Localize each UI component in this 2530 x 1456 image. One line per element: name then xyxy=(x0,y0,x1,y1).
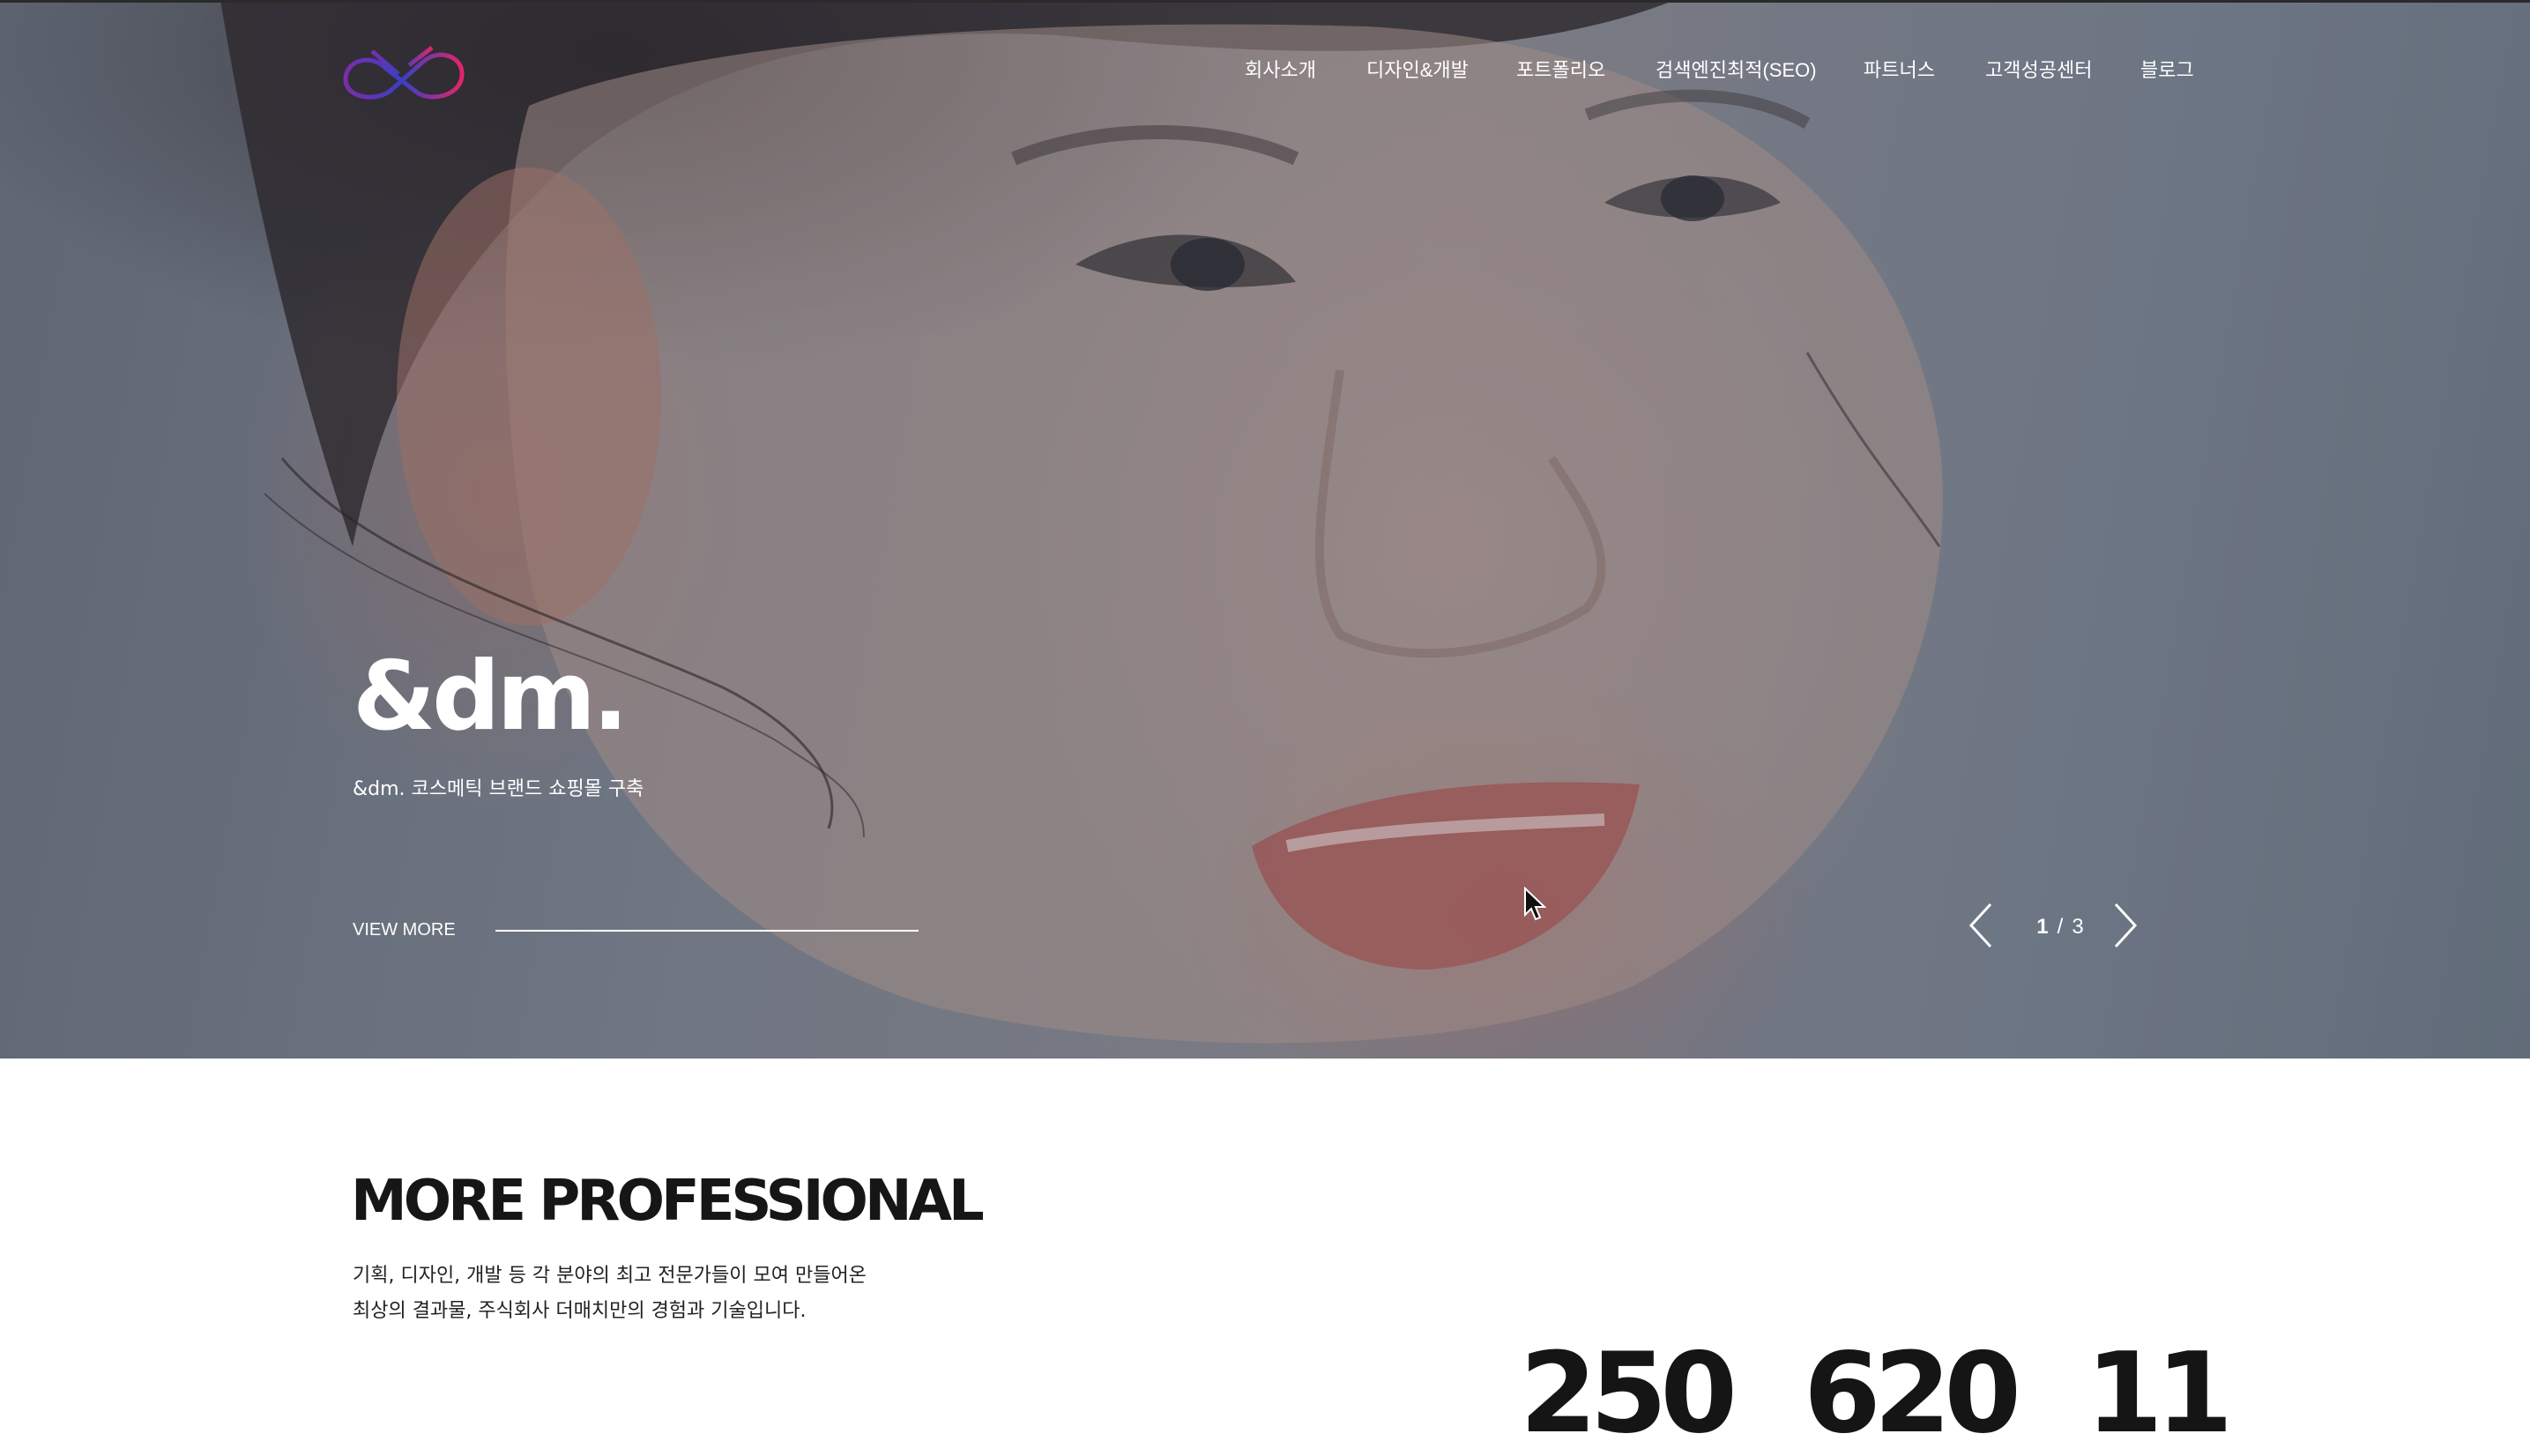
hero-banner xyxy=(0,0,2530,1059)
view-more-line xyxy=(495,930,919,932)
hero-subtitle: &dm. 코스메틱 브랜드 쇼핑몰 구축 xyxy=(353,778,644,800)
nav-item-portfolio[interactable]: 포트폴리오 xyxy=(1516,55,1605,86)
nav-item-blog[interactable]: 블로그 xyxy=(2140,55,2194,86)
nav-item-partners[interactable]: 파트너스 xyxy=(1864,55,1935,86)
mouse-cursor-icon xyxy=(1524,887,1546,921)
nav-item-customer-center[interactable]: 고객성공센터 xyxy=(1985,55,2092,86)
stat-value: 250 xyxy=(1520,1328,1738,1456)
slide-pager: 1 / 3 xyxy=(2019,911,2102,943)
slide-current: 1 xyxy=(2036,915,2049,939)
slide-total: 3 xyxy=(2072,915,2084,939)
section-desc-line-1: 기획, 디자인, 개발 등 각 분야의 최고 전문가들이 모여 만들어온 xyxy=(353,1265,867,1287)
section-desc-line-2: 최상의 결과물, 주식회사 더매치만의 경험과 기술입니다. xyxy=(353,1300,807,1322)
slide-separator: / xyxy=(2057,915,2064,939)
view-more-link[interactable]: VIEW MORE xyxy=(353,917,456,943)
nav-item-design-dev[interactable]: 디자인&개발 xyxy=(1366,55,1469,86)
hero-title: &dm. xyxy=(353,642,629,752)
stat-value: 11 xyxy=(2086,1328,2233,1456)
section-description: 기획, 디자인, 개발 등 각 분야의 최고 전문가들이 모여 만들어온 최상의… xyxy=(353,1259,867,1329)
hero-overlay xyxy=(0,0,2530,1059)
nav-item-seo[interactable]: 검색엔진최적(SEO) xyxy=(1656,55,1817,86)
chevron-left-icon[interactable] xyxy=(1966,901,1998,950)
chevron-right-icon[interactable] xyxy=(2109,901,2140,950)
stat-value: 620 xyxy=(1804,1328,2021,1456)
main-nav: 회사소개 디자인&개발 포트폴리오 검색엔진최적(SEO) 파트너스 고객성공센… xyxy=(0,55,2530,86)
section-title: MORE PROFESSIONAL xyxy=(351,1169,985,1234)
top-border xyxy=(0,0,2530,3)
nav-item-company[interactable]: 회사소개 xyxy=(1245,55,1316,86)
